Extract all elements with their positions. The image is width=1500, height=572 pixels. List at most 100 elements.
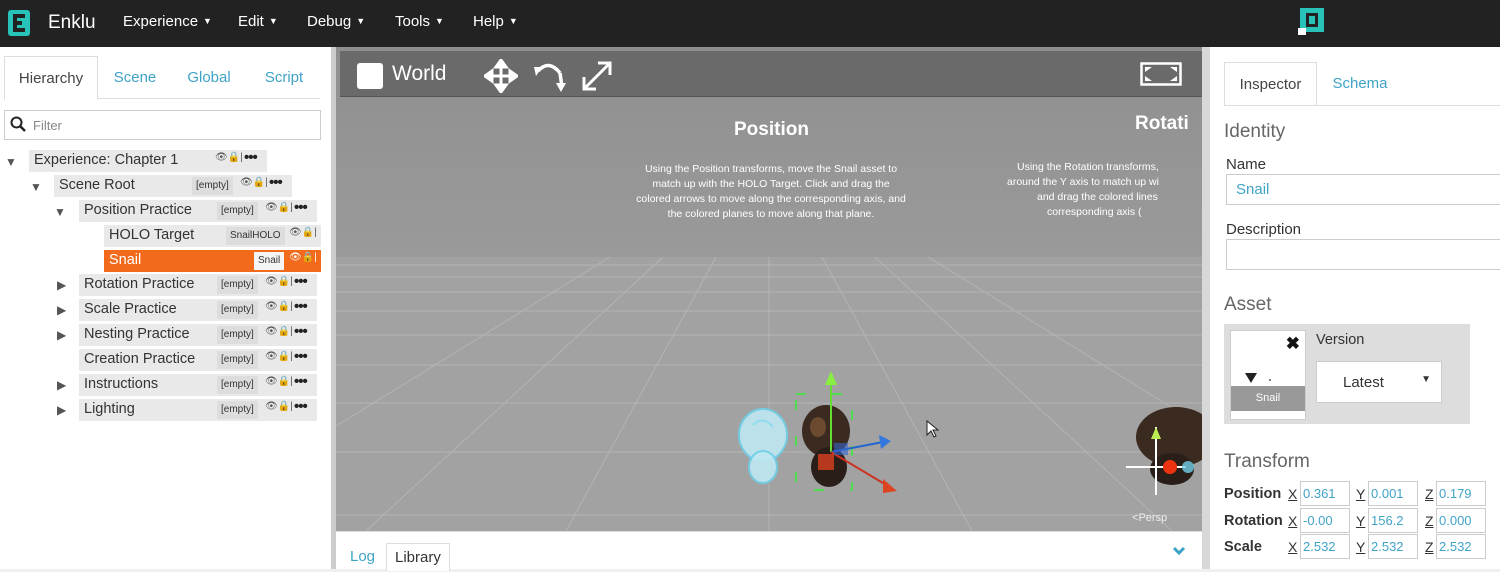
visibility-lock-icons[interactable]: 👁🔒| [240, 177, 268, 188]
scale-tool-icon[interactable] [580, 59, 614, 93]
more-icon[interactable]: ••• [294, 398, 308, 415]
row-label: Rotation Practice [84, 276, 195, 292]
expand-toggle-icon[interactable]: ▶ [57, 278, 66, 292]
tab-hierarchy[interactable]: Hierarchy [4, 56, 98, 100]
position-y-input[interactable]: 0.001 [1368, 481, 1418, 506]
transform-heading: Transform [1224, 451, 1310, 472]
console-panel: Log Library [336, 531, 1202, 571]
tab-global[interactable]: Global [172, 56, 246, 100]
position-x-input[interactable]: 0.361 [1300, 481, 1350, 506]
tab-log[interactable]: Log [342, 543, 383, 571]
visibility-lock-icons[interactable]: 👁🔒| [265, 401, 293, 412]
app-name: Enklu [48, 12, 96, 33]
more-icon[interactable]: ••• [294, 348, 308, 365]
expand-toggle-icon[interactable]: ▼ [30, 180, 42, 194]
axis-y-label: Y [1356, 513, 1366, 529]
hierarchy-row-experience[interactable]: Experience: Chapter 1 👁🔒| ••• [29, 149, 267, 172]
menu-debug[interactable]: Debug ▼ [307, 13, 365, 30]
menu-label: Tools [395, 13, 431, 30]
visibility-lock-icons[interactable]: 👁🔒| [265, 326, 293, 337]
rotate-tool-icon[interactable] [532, 59, 566, 93]
panel-resize-handle[interactable] [1202, 47, 1210, 569]
panel-line: around the Y axis to match up wi [1007, 176, 1159, 188]
visibility-lock-icons[interactable]: 👁🔒| [265, 276, 293, 287]
more-icon[interactable]: ••• [244, 149, 258, 166]
dropdown-arrow-icon: ▼ [1421, 374, 1431, 385]
visibility-lock-icons[interactable]: 👁🔒| [265, 301, 293, 312]
version-select[interactable]: Latest ▼ [1316, 361, 1442, 403]
chevron-down-icon[interactable] [1172, 544, 1186, 558]
fullscreen-icon[interactable] [1140, 62, 1182, 86]
more-icon[interactable]: ••• [294, 323, 308, 340]
visibility-lock-icons[interactable]: 👁🔒| [265, 202, 293, 213]
visibility-lock-icons[interactable]: 👁🔒| [265, 351, 293, 362]
identity-heading: Identity [1224, 121, 1286, 142]
hierarchy-row-position-practice[interactable]: Position Practice [empty] 👁🔒| ••• [79, 199, 317, 222]
rotation-snail-model[interactable] [1126, 397, 1202, 497]
rotation-z-input[interactable]: 0.000 [1436, 508, 1486, 533]
more-icon[interactable]: ••• [294, 298, 308, 315]
perspective-label[interactable]: <Persp [1132, 512, 1167, 524]
asset-tag: [empty] [192, 177, 233, 195]
scale-x-input[interactable]: 2.532 [1300, 534, 1350, 559]
rotation-x-input[interactable]: -0.00 [1300, 508, 1350, 533]
expand-toggle-icon[interactable]: ▶ [57, 303, 66, 317]
menu-tools[interactable]: Tools ▼ [395, 13, 444, 30]
filter-input[interactable] [31, 115, 311, 135]
world-space-checkbox[interactable] [357, 63, 383, 89]
tab-inspector[interactable]: Inspector [1224, 62, 1317, 106]
hierarchy-row-nesting-practice[interactable]: Nesting Practice [empty] 👁🔒| ••• [79, 323, 317, 346]
expand-toggle-icon[interactable]: ▶ [57, 328, 66, 342]
search-icon [10, 116, 26, 132]
version-label: Version [1316, 332, 1365, 348]
asset-thumbnail[interactable]: ✖ Snail [1230, 330, 1306, 420]
visibility-lock-icons[interactable]: 👁🔒| [289, 252, 317, 263]
hierarchy-row-scene-root[interactable]: Scene Root [empty] 👁🔒| ••• [54, 174, 292, 197]
menu-experience[interactable]: Experience ▼ [123, 13, 212, 30]
scale-y-input[interactable]: 2.532 [1368, 534, 1418, 559]
hierarchy-row-lighting[interactable]: Lighting [empty] 👁🔒| ••• [79, 398, 317, 421]
more-icon[interactable]: ••• [294, 273, 308, 290]
remove-asset-icon[interactable]: ✖ [1286, 334, 1300, 354]
tab-schema[interactable]: Schema [1319, 62, 1401, 106]
menu-edit[interactable]: Edit ▼ [238, 13, 278, 30]
visibility-lock-icons[interactable]: 👁🔒| [289, 227, 317, 238]
hierarchy-row-snail[interactable]: Snail Snail 👁🔒| [104, 250, 321, 272]
tab-scene[interactable]: Scene [100, 56, 170, 100]
hierarchy-row-rotation-practice[interactable]: Rotation Practice [empty] 👁🔒| ••• [79, 273, 317, 296]
asset-box: ✖ Snail Version Latest ▼ [1224, 324, 1470, 424]
axis-x-label: X [1288, 513, 1298, 529]
scene-viewport[interactable]: World Position Using the Position transf… [336, 47, 1202, 531]
more-icon[interactable]: ••• [294, 199, 308, 216]
enklu-logo-icon[interactable] [8, 10, 30, 36]
expand-toggle-icon[interactable]: ▼ [5, 155, 17, 169]
menu-label: Help [473, 13, 504, 30]
expand-toggle-icon[interactable]: ▼ [54, 205, 66, 219]
visibility-lock-icons[interactable]: 👁🔒| [215, 152, 243, 163]
mouse-cursor-icon [926, 420, 940, 438]
visibility-lock-icons[interactable]: 👁🔒| [265, 376, 293, 387]
expand-toggle-icon[interactable]: ▶ [57, 378, 66, 392]
scale-z-input[interactable]: 2.532 [1436, 534, 1486, 559]
tab-script[interactable]: Script [248, 56, 320, 100]
hierarchy-row-holo-target[interactable]: HOLO Target SnailHOLO 👁🔒| [104, 225, 321, 247]
rotation-y-input[interactable]: 156.2 [1368, 508, 1418, 533]
more-icon[interactable]: ••• [294, 373, 308, 390]
holo-target-model[interactable] [731, 405, 791, 487]
position-z-input[interactable]: 0.179 [1436, 481, 1486, 506]
hierarchy-row-scale-practice[interactable]: Scale Practice [empty] 👁🔒| ••• [79, 298, 317, 321]
expand-toggle-icon[interactable]: ▶ [57, 403, 66, 417]
description-field[interactable] [1226, 239, 1500, 270]
name-label: Name [1226, 156, 1267, 173]
panel-line: the colored planes to move along that pl… [667, 208, 875, 220]
more-icon[interactable]: ••• [269, 174, 283, 191]
user-avatar-icon[interactable] [1298, 8, 1324, 36]
tab-library[interactable]: Library [386, 543, 450, 571]
move-tool-icon[interactable] [484, 59, 518, 93]
snail-model-with-gizmo[interactable] [791, 369, 906, 499]
axis-z-label: Z [1425, 486, 1434, 502]
hierarchy-row-instructions[interactable]: Instructions [empty] 👁🔒| ••• [79, 373, 317, 396]
menu-help[interactable]: Help ▼ [473, 13, 518, 30]
hierarchy-row-creation-practice[interactable]: Creation Practice [empty] 👁🔒| ••• [79, 348, 317, 371]
name-field[interactable]: Snail [1226, 174, 1500, 205]
